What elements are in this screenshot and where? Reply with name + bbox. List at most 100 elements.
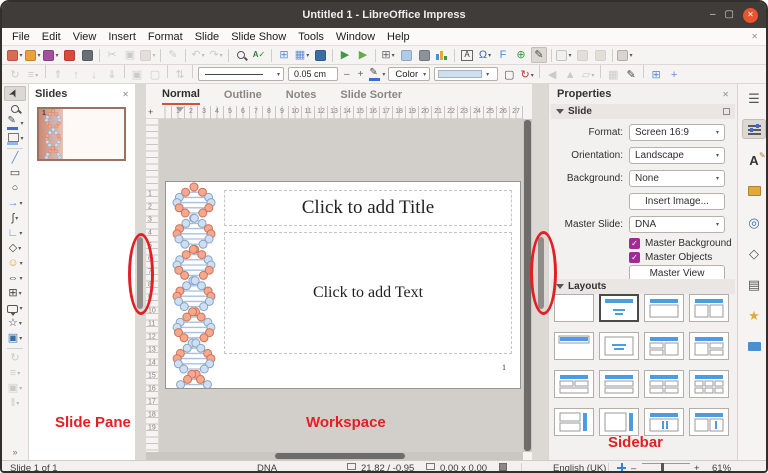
zoom-in-button[interactable]: + [694, 463, 700, 473]
language-selector[interactable]: English (UK) [553, 463, 606, 473]
line-style-select[interactable]: ▾ [198, 67, 284, 81]
horizontal-ruler[interactable]: 1234567891011121314151617181920212223242… [159, 106, 523, 119]
layout-title-content-2content[interactable] [689, 332, 729, 360]
callout-shapes-button[interactable]: ▾ [4, 301, 26, 316]
background-select[interactable]: None▾ [629, 170, 725, 187]
layout-title-2content-content[interactable] [644, 332, 684, 360]
tab-master-slides[interactable] [742, 336, 766, 356]
zoom-button[interactable] [4, 101, 26, 116]
document-close-icon[interactable]: ✕ [751, 32, 758, 41]
transformations-button[interactable]: ↻▾ [519, 67, 535, 83]
ellipse-button[interactable]: ○ [4, 181, 26, 196]
master-objects-checkbox-row[interactable]: ✓ Master Objects [629, 251, 712, 264]
tab-gallery[interactable] [742, 181, 766, 201]
line-width-increase-button[interactable]: + [354, 69, 368, 80]
dialog-launcher-icon[interactable] [723, 108, 730, 115]
insert-chart-button[interactable] [434, 47, 450, 63]
maximize-button[interactable]: ▢ [725, 10, 734, 20]
menu-view[interactable]: View [67, 31, 103, 43]
print-button[interactable] [79, 47, 95, 63]
titlebar[interactable]: Untitled 1 - LibreOffice Impress – ▢ ✕ [2, 2, 766, 28]
zoom-slider-track[interactable] [642, 463, 690, 464]
text-placeholder[interactable]: Click to add Text [224, 232, 512, 354]
select-button[interactable]: ➤ [4, 86, 26, 101]
menu-slide-show[interactable]: Slide Show [225, 31, 292, 43]
tab-stop-selector-icon[interactable]: + [148, 107, 153, 117]
edit-points-button[interactable]: ✎ [623, 67, 639, 83]
stars-and-banners-button[interactable]: ☆▾ [4, 316, 26, 331]
menu-insert[interactable]: Insert [102, 31, 142, 43]
view-tab-outline[interactable]: Outline [224, 86, 262, 104]
snap-to-grid-button[interactable]: + [666, 67, 682, 83]
tab-navigator[interactable]: ◎ [742, 212, 766, 232]
master-slide-select[interactable]: DNA▾ [629, 216, 725, 233]
block-arrows-button[interactable]: ⇔▾ [4, 271, 26, 286]
insert-media-button[interactable] [416, 47, 432, 63]
menu-slide[interactable]: Slide [189, 31, 225, 43]
slide-properties-button[interactable]: ▾ [617, 47, 633, 63]
orientation-select[interactable]: Landscape▾ [629, 147, 725, 164]
rectangle-button[interactable]: ▭ [4, 166, 26, 181]
layout-title-4-content[interactable] [644, 370, 684, 398]
save-button[interactable]: ▾ [43, 47, 59, 63]
slide-pane-close-icon[interactable]: ✕ [122, 90, 129, 99]
special-character-button[interactable]: Ω▾ [477, 47, 493, 63]
menu-edit[interactable]: Edit [36, 31, 67, 43]
slide-thumbnail[interactable]: 1 [37, 107, 126, 161]
tab-properties[interactable] [742, 119, 766, 139]
layout-title-6-content[interactable] [689, 370, 729, 398]
insert-image-button[interactable] [398, 47, 414, 63]
slide-section-header[interactable]: Slide [551, 104, 735, 119]
helplines-while-moving-button[interactable] [312, 47, 328, 63]
view-tab-notes[interactable]: Notes [286, 86, 317, 104]
tab-shapes[interactable]: ◇ [742, 243, 766, 263]
master-background-checkbox-row[interactable]: ✓ Master Background [629, 237, 732, 250]
spelling-button[interactable]: A✓ [251, 47, 267, 63]
splitter-handle-left[interactable] [137, 237, 143, 309]
area-style-select[interactable]: Color▾ [388, 67, 430, 81]
line-width-field[interactable]: 0.05 cm [288, 67, 338, 81]
display-grid-2-button[interactable]: ⊞ [648, 67, 664, 83]
layout-title-content-over-content[interactable] [599, 370, 639, 398]
layout-title-content[interactable] [644, 294, 684, 322]
insert-table-button[interactable]: ⊞▾ [380, 47, 396, 63]
display-grid-button[interactable]: ⊞ [276, 47, 292, 63]
menu-help[interactable]: Help [381, 31, 416, 43]
zoom-out-button[interactable]: – [631, 463, 636, 473]
open-button[interactable]: ▾ [25, 47, 41, 63]
format-select[interactable]: Screen 16:9▾ [629, 124, 725, 141]
menu-file[interactable]: File [6, 31, 36, 43]
layout-title-only[interactable] [554, 332, 594, 360]
fontwork-button[interactable]: F [495, 47, 511, 63]
line-color-button[interactable]: ▾ [4, 116, 26, 131]
menu-format[interactable]: Format [142, 31, 189, 43]
tab-slide-transition[interactable]: ▤ [742, 274, 766, 294]
title-placeholder[interactable]: Click to add Title [224, 190, 512, 226]
find-and-replace-button[interactable] [233, 47, 249, 63]
sidebar-close-icon[interactable]: ✕ [722, 90, 729, 99]
new-slide-button[interactable]: ▾ [556, 47, 572, 63]
layout-title-slide[interactable] [599, 294, 639, 322]
splitter-handle-right[interactable] [538, 237, 544, 309]
layout-title-vertical-text[interactable] [644, 408, 684, 436]
minimize-button[interactable]: – [710, 10, 716, 20]
vertical-ruler[interactable]: 12345678910111213141516171819 [146, 119, 159, 452]
start-from-first-slide-button[interactable]: ▶ [337, 47, 353, 63]
basic-shapes-button[interactable]: ◇▾ [4, 241, 26, 256]
layout-centered-text[interactable] [599, 332, 639, 360]
layout-title-vertical-text-clipart[interactable] [689, 408, 729, 436]
insert-image-button[interactable]: Insert Image... [629, 193, 725, 210]
hyperlink-button[interactable]: ⊕ [513, 47, 529, 63]
slide[interactable]: Click to add Title Click to add Text 1 [165, 181, 521, 389]
master-background-checkbox[interactable]: ✓ [629, 238, 640, 249]
vertical-scrollbar[interactable] [523, 119, 532, 452]
layout-vertical-title-text-chart[interactable] [554, 408, 594, 436]
fill-color-select[interactable]: ▾ [434, 67, 498, 81]
view-tab-slide-sorter[interactable]: Slide Sorter [340, 86, 402, 104]
show-draw-functions-button[interactable]: ✎ [531, 47, 547, 63]
master-objects-checkbox[interactable]: ✓ [629, 252, 640, 263]
line-color-button[interactable]: ▾ [368, 66, 385, 82]
layout-vertical-title-vertical-text[interactable] [599, 408, 639, 436]
horizontal-scrollbar[interactable] [146, 452, 523, 460]
flowchart-shapes-button[interactable]: ⊞▾ [4, 286, 26, 301]
